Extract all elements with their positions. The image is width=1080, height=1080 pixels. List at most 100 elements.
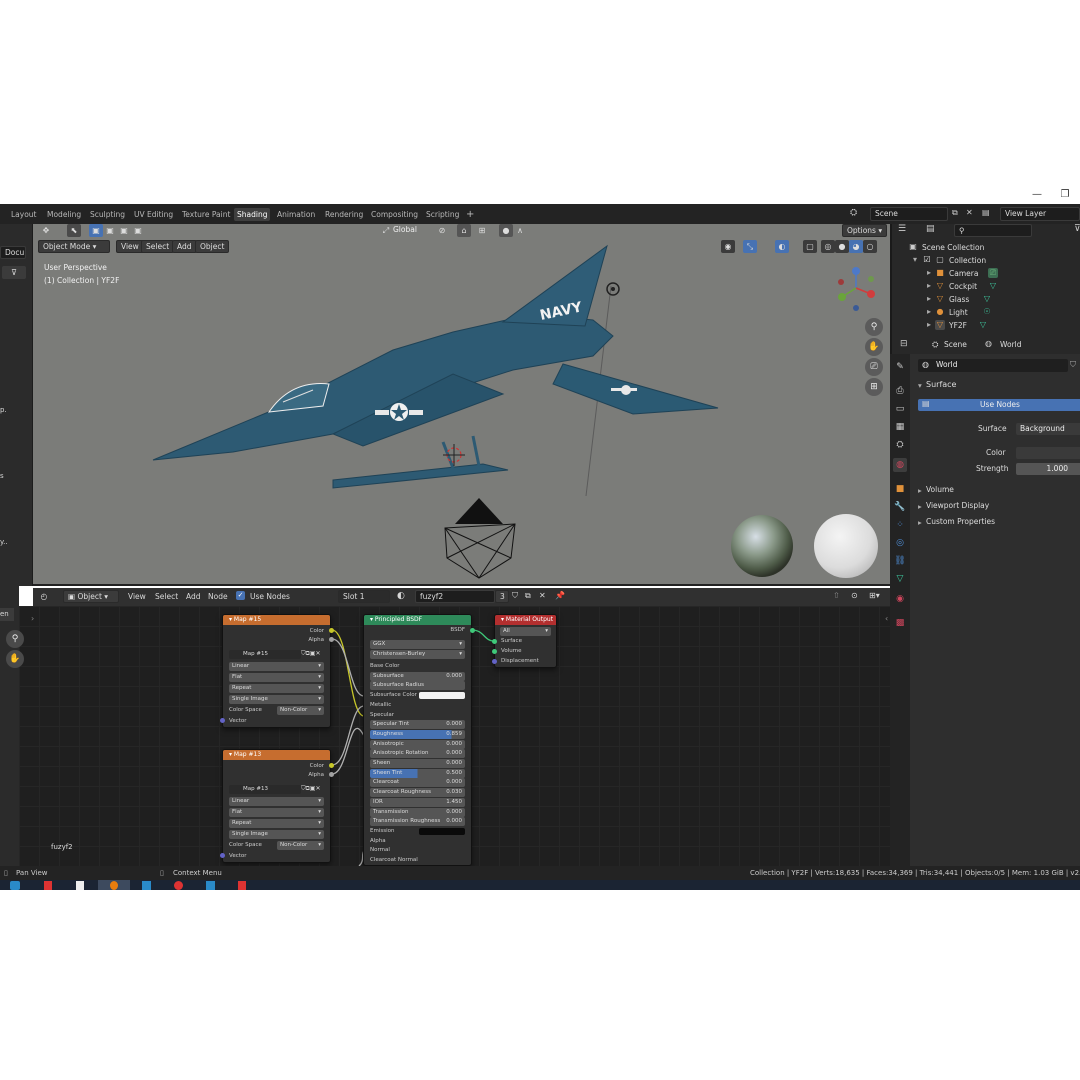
bsdf-input-ior[interactable]: IOR 1.450 — [370, 797, 465, 807]
slot-dropdown[interactable]: Slot 1 — [338, 590, 390, 603]
add-workspace-button[interactable]: + — [463, 208, 477, 221]
bsdf-input-anisotropic-rotation[interactable]: Anisotropic Rotation 0.000 — [370, 749, 465, 759]
outliner-filter-icon[interactable]: ⊽ — [1074, 224, 1080, 234]
custom-properties-panel-header[interactable]: Custom Properties — [926, 517, 995, 526]
shield-icon[interactable]: ⛉ — [1070, 360, 1076, 370]
document-field[interactable]: Docu — [0, 246, 26, 259]
tab-rendering[interactable]: Rendering — [322, 208, 366, 221]
node-editor-canvas[interactable]: fuzyf2 ‹ › ▾ Map #15 Color Alpha Map #15… — [19, 606, 890, 866]
outliner-row-cockpit[interactable]: ▸ ▽ Cockpit ▽ — [892, 280, 1080, 293]
socket-vector-in[interactable] — [220, 718, 225, 723]
display-mode-icon[interactable]: ▤ — [926, 224, 935, 234]
node-header[interactable]: ▾ Map #15 — [223, 615, 330, 625]
particles-tab-icon[interactable]: ⁘ — [893, 518, 907, 532]
bsdf-input-specular-tint[interactable]: Specular Tint 0.000 — [370, 720, 465, 730]
extension-dropdown[interactable]: Repeat ▾ — [229, 819, 324, 828]
bsdf-input-roughness[interactable]: Roughness 0.859 — [370, 729, 465, 739]
outliner-row-scene-collection[interactable]: ▣ Scene Collection — [892, 241, 1080, 254]
bsdf-input-subsurface-radius[interactable]: Subsurface Radius — [370, 681, 465, 691]
socket-alpha-out[interactable] — [329, 772, 334, 777]
distribution-dropdown[interactable]: GGX ▾ — [370, 640, 465, 649]
target-dropdown[interactable]: All ▾ — [500, 627, 551, 636]
constraints-tab-icon[interactable]: ⛓ — [893, 554, 907, 568]
taskbar-app-icon[interactable] — [238, 881, 246, 890]
bsdf-input-sheen-tint[interactable]: Sheen Tint 0.500 — [370, 768, 465, 778]
node-header[interactable]: ▾ Map #13 — [223, 750, 330, 760]
color-space-dropdown[interactable]: Non-Color ▾ — [277, 841, 324, 850]
physics-tab-icon[interactable]: ◎ — [893, 536, 907, 550]
outliner-row-light[interactable]: ▸ ● Light ☉ — [892, 306, 1080, 319]
world-color-field[interactable] — [1016, 447, 1080, 459]
expand-arrow-icon[interactable]: ▸ — [924, 268, 934, 278]
taskbar-app-icon[interactable] — [206, 881, 215, 890]
socket-surface-in[interactable] — [492, 639, 497, 644]
surface-panel-header[interactable]: Surface — [926, 380, 956, 389]
socket-bsdf-out[interactable] — [470, 628, 475, 633]
zoom-icon[interactable]: ⚲ — [865, 318, 883, 336]
image-actions-icon[interactable]: ⛉⧉▣✕ — [301, 785, 320, 793]
node-node-menu[interactable]: Node — [208, 592, 228, 601]
node-select-menu[interactable]: Select — [155, 592, 178, 601]
strength-field[interactable]: 1.000 — [1016, 463, 1080, 475]
socket-color-out[interactable] — [329, 763, 334, 768]
checkbox-icon[interactable]: ☑ — [922, 255, 932, 265]
image-actions-icon[interactable]: ⛉⧉▣✕ — [301, 650, 320, 658]
node-view-menu[interactable]: View — [128, 592, 146, 601]
view-layer-field[interactable]: View Layer — [1000, 207, 1080, 221]
projection-dropdown[interactable]: Flat ▾ — [229, 673, 324, 682]
material-users-count[interactable]: 3 — [495, 590, 509, 603]
tab-scripting[interactable]: Scripting — [423, 208, 462, 221]
world-tab-icon[interactable]: ◍ — [985, 339, 992, 348]
data-tab-icon[interactable]: ▽ — [893, 572, 907, 586]
parent-node-tree-icon[interactable]: ⇧ — [833, 591, 840, 600]
bsdf-input-subsurface[interactable]: Subsurface 0.000 — [370, 671, 465, 681]
bsdf-input-transmission[interactable]: Transmission 0.000 — [370, 807, 465, 817]
expand-arrow-icon[interactable]: ▸ — [924, 281, 934, 291]
bsdf-input-clearcoat[interactable]: Clearcoat 0.000 — [370, 778, 465, 788]
node-header[interactable]: ▾ Material Output — [495, 615, 556, 625]
use-nodes-toggle-label[interactable]: Use Nodes — [250, 592, 290, 601]
tab-sculpting[interactable]: Sculpting — [87, 208, 128, 221]
minimize-icon[interactable]: — — [1030, 188, 1044, 202]
pin-icon[interactable]: 📌 — [555, 591, 565, 600]
output-tab-icon[interactable]: ▭ — [893, 402, 907, 416]
outliner-row-camera[interactable]: ▸ ■ Camera ⎚ — [892, 267, 1080, 280]
color-swatch[interactable] — [419, 827, 465, 835]
fake-user-icon[interactable]: ⛉ — [512, 591, 518, 601]
duplicate-material-icon[interactable]: ⧉ — [525, 591, 531, 601]
texture-tab-icon[interactable]: ▩ — [893, 616, 907, 630]
scene-tab-label[interactable]: Scene — [944, 340, 967, 349]
taskbar-app-icon[interactable] — [142, 881, 151, 890]
tool-tab-icon[interactable]: ✎ — [893, 360, 907, 374]
outliner-row-collection[interactable]: ▾ ☑ ▢ Collection — [892, 254, 1080, 267]
surface-shader-field[interactable]: Background — [1016, 423, 1080, 435]
expand-arrow-icon[interactable]: ▸ — [924, 294, 934, 304]
bsdf-input-clearcoat-roughness[interactable]: Clearcoat Roughness 0.030 — [370, 788, 465, 798]
remove-scene-icon[interactable]: ✕ — [966, 208, 973, 217]
node-header[interactable]: ▾ Principled BSDF — [364, 615, 471, 625]
material-name-field[interactable]: fuzyf2 — [415, 590, 495, 603]
view-layer-icon[interactable]: ▤ — [982, 208, 990, 217]
projection-dropdown[interactable]: Flat ▾ — [229, 808, 324, 817]
camera-view-icon[interactable]: ⎚ — [865, 358, 883, 376]
tab-uv-editing[interactable]: UV Editing — [131, 208, 176, 221]
filter-icon[interactable]: ⊽ — [2, 266, 26, 279]
scene-field[interactable]: Scene — [870, 207, 948, 221]
image-texture-node-map15[interactable]: ▾ Map #15 Color Alpha Map #15 ⛉⧉▣✕ Linea… — [222, 614, 331, 728]
world-tab-icon[interactable]: ◍ — [893, 458, 907, 472]
image-texture-node-map13[interactable]: ▾ Map #13 Color Alpha Map #13 ⛉⧉▣✕ Linea… — [222, 749, 331, 863]
taskbar-app-icon[interactable] — [76, 881, 84, 890]
subsurface-method-dropdown[interactable]: Christensen-Burley ▾ — [370, 650, 465, 659]
image-datablock-field[interactable]: Map #13 — [229, 785, 301, 794]
socket-volume-in[interactable] — [492, 649, 497, 654]
maximize-icon[interactable]: ❐ — [1058, 188, 1072, 202]
modifier-tab-icon[interactable]: 🔧 — [893, 500, 907, 514]
editor-type-icon[interactable]: ◴ — [37, 590, 51, 603]
node-zoom-icon[interactable]: ⚲ — [6, 630, 24, 648]
node-snap-element-icon[interactable]: ⊞▾ — [869, 591, 880, 600]
scene-selector-icon[interactable]: ⛭ — [850, 208, 857, 218]
bsdf-input-anisotropic[interactable]: Anisotropic 0.000 — [370, 739, 465, 749]
world-tab-label[interactable]: World — [1000, 340, 1022, 349]
viewport-display-panel-header[interactable]: Viewport Display — [926, 501, 989, 510]
ortho-grid-icon[interactable]: ⊞ — [865, 378, 883, 396]
